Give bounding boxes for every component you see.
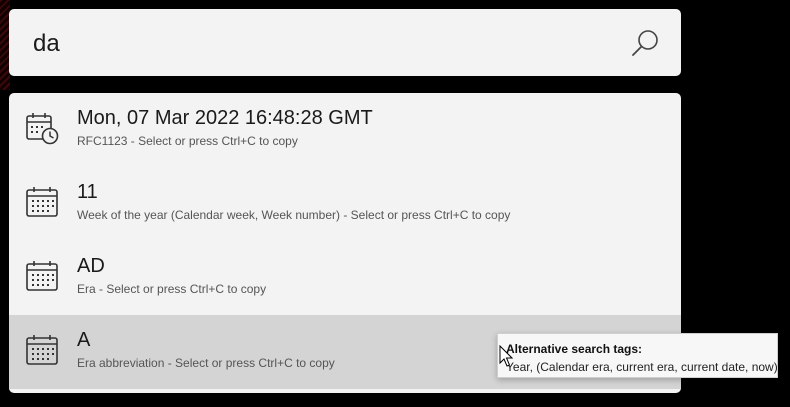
mouse-cursor-icon [499,345,513,367]
result-subtitle: Era abbreviation - Select or press Ctrl+… [77,356,335,370]
calendar-icon [26,335,58,365]
calendar-icon [26,187,58,217]
result-title: A [77,329,91,351]
search-input[interactable] [33,26,593,62]
search-box[interactable] [9,9,681,76]
search-icon[interactable] [630,28,660,58]
result-title: 11 [77,181,98,203]
tooltip-title: Alternative search tags: [506,342,643,356]
tooltip: Alternative search tags: Year, (Calendar… [497,333,778,378]
calendar-clock-icon [26,113,59,145]
result-title: Mon, 07 Mar 2022 16:48:28 GMT [77,107,373,129]
tooltip-body: Year, (Calendar era, current era, curren… [506,360,778,374]
calendar-icon [26,261,58,291]
result-subtitle: Era - Select or press Ctrl+C to copy [77,282,267,296]
result-item[interactable]: Mon, 07 Mar 2022 16:48:28 GMT RFC1123 - … [9,93,681,167]
result-subtitle: RFC1123 - Select or press Ctrl+C to copy [77,134,298,148]
result-subtitle: Week of the year (Calendar week, Week nu… [77,208,511,222]
result-item[interactable]: AD Era - Select or press Ctrl+C to copy [9,241,681,315]
result-item[interactable]: 11 Week of the year (Calendar week, Week… [9,167,681,241]
result-title: AD [77,255,105,277]
